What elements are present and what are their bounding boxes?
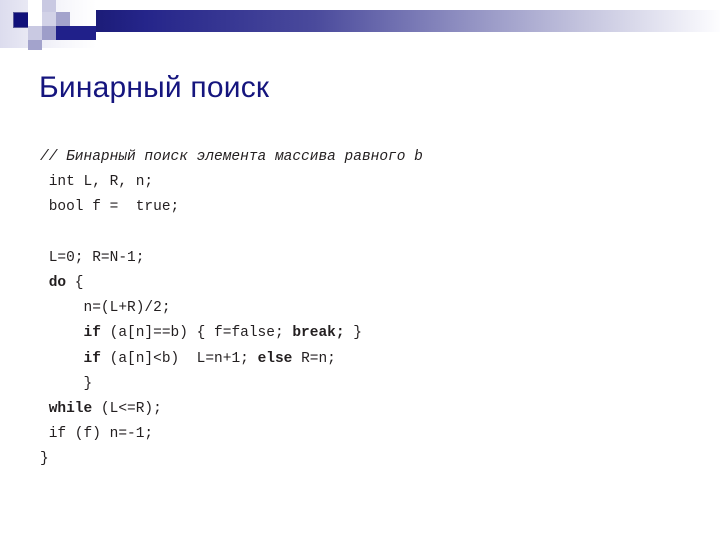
code-line: L=0; R=N-1; [40,246,700,271]
code-text: if (f) n=-1; [40,426,154,443]
code-line: int L, R, n; [40,170,700,195]
code-line: while (L<=R); [40,397,700,422]
page-title: Бинарный поиск [39,71,270,104]
code-line: if (a[n]<b) L=n+1; else R=n; [40,347,700,372]
square-light-2 [42,0,56,12]
code-text: L=0; R=N-1; [40,249,145,266]
square-mid-4 [28,40,42,50]
code-keyword: break; [292,325,345,342]
square-mid-3 [42,26,56,40]
code-text: } [40,375,93,392]
code-text: R=n; [292,350,336,367]
code-text: } [40,451,49,468]
code-line: } [40,372,700,397]
band-gradient-bar [96,10,720,32]
code-line: bool f = true; [40,195,700,220]
square-light-3 [28,12,42,26]
code-text: int L, R, n; [40,174,154,191]
code-line: if (f) n=-1; [40,422,700,447]
code-line: if (a[n]==b) { f=false; break; } [40,321,700,346]
code-line: // Бинарный поиск элемента массива равно… [40,145,700,170]
square-mid-2 [28,26,42,40]
code-keyword: while [48,400,93,417]
code-line: } [40,447,700,472]
header-decoration-band [0,0,720,50]
code-text: (a[n]<b) L=n+1; [100,350,258,367]
code-text: { [66,274,84,291]
square-dark-outlined [13,12,29,28]
square-light-1 [28,0,42,12]
code-line: n=(L+R)/2; [40,296,700,321]
code-text: } [344,325,362,342]
code-keyword: else [257,350,293,367]
code-block: // Бинарный поиск элемента массива равно… [40,145,700,472]
code-keyword: if [83,325,101,342]
code-text: (a[n]==b) { f=false; [100,325,293,342]
code-text: bool f = true; [40,199,180,216]
square-light-4 [42,12,56,26]
code-comment: // Бинарный поиск элемента массива равно… [40,149,423,165]
square-mid-1 [56,12,70,26]
code-text: n=(L+R)/2; [40,300,171,317]
code-keyword: do [48,274,67,291]
code-line: do { [40,271,700,296]
code-text: (L<=R); [92,400,162,417]
slide-canvas: Бинарный поиск // Бинарный поиск элемент… [0,0,720,540]
square-dark-2 [56,26,96,40]
code-keyword: if [83,350,101,367]
